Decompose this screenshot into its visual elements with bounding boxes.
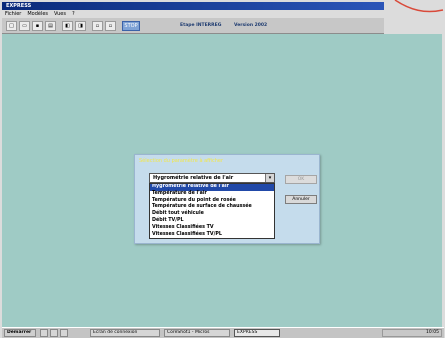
- option-item[interactable]: Hygrométrie relative de l'air: [150, 184, 274, 191]
- taskbar-item-express[interactable]: EXPRESS: [234, 329, 280, 337]
- menubar: Fichier Modèles Vues ?: [2, 10, 384, 18]
- menu-modeles[interactable]: Modèles: [27, 10, 48, 18]
- start-button[interactable]: Démarrer: [4, 329, 36, 337]
- ok-button[interactable]: OK: [285, 175, 317, 184]
- window-title: EXPRESS: [6, 3, 32, 9]
- select-value: Hygrométrie relative de l'air: [153, 175, 234, 181]
- option-item[interactable]: Débit tout véhicule: [150, 211, 274, 218]
- tool-icon-2[interactable]: ◨: [75, 21, 86, 31]
- open-icon[interactable]: ▭: [19, 21, 30, 31]
- save-icon[interactable]: ▪: [32, 21, 43, 31]
- option-item[interactable]: Température de l'air: [150, 191, 274, 198]
- new-icon[interactable]: □: [6, 21, 17, 31]
- toolbar: □ ▭ ▪ ▤ ◧ ◨ ▫ ▫ STOP Etape INTERREG Vers…: [2, 18, 384, 34]
- option-item[interactable]: Vitesses Classifiées TV: [150, 225, 274, 232]
- parameter-option-list[interactable]: Hygrométrie relative de l'air Températur…: [149, 183, 275, 239]
- version-number-label: Version 2002: [234, 23, 268, 28]
- print-icon[interactable]: ▤: [45, 21, 56, 31]
- taskbar-item-connexion[interactable]: Ecran de connexion: [90, 329, 160, 337]
- taskbar-item-coreshot[interactable]: CoreShot1 - Micros: [164, 329, 230, 337]
- tool-icon-3[interactable]: ▫: [92, 21, 103, 31]
- cancel-button[interactable]: Annuler: [285, 195, 317, 204]
- clock: 10:05: [426, 330, 439, 335]
- version-step-label: Etape INTERREG: [180, 23, 222, 28]
- stop-button[interactable]: STOP: [122, 21, 140, 31]
- system-tray: 10:05: [382, 329, 442, 337]
- quicklaunch-icon-3[interactable]: [60, 329, 68, 337]
- option-item[interactable]: Débit TV/PL: [150, 218, 274, 225]
- tool-icon-4[interactable]: ▫: [105, 21, 116, 31]
- quicklaunch-icon-1[interactable]: [40, 329, 48, 337]
- dialog-title: Sélection du paramètre à afficher: [139, 158, 224, 164]
- menu-help[interactable]: ?: [72, 10, 75, 18]
- window-titlebar: EXPRESS: [2, 2, 384, 10]
- parameter-dialog: Sélection du paramètre à afficher Hygrom…: [134, 154, 320, 244]
- parameter-select[interactable]: Hygrométrie relative de l'air ▾: [149, 173, 275, 183]
- menu-fichier[interactable]: Fichier: [5, 10, 21, 18]
- tool-icon-1[interactable]: ◧: [62, 21, 73, 31]
- quicklaunch-icon-2[interactable]: [50, 329, 58, 337]
- menu-vues[interactable]: Vues: [54, 10, 66, 18]
- chevron-down-icon[interactable]: ▾: [265, 174, 274, 182]
- corner-decoration: [385, 0, 445, 18]
- taskbar: Démarrer Ecran de connexion CoreShot1 - …: [2, 327, 444, 338]
- option-item[interactable]: Vitesses Classifiées TV/PL: [150, 232, 274, 238]
